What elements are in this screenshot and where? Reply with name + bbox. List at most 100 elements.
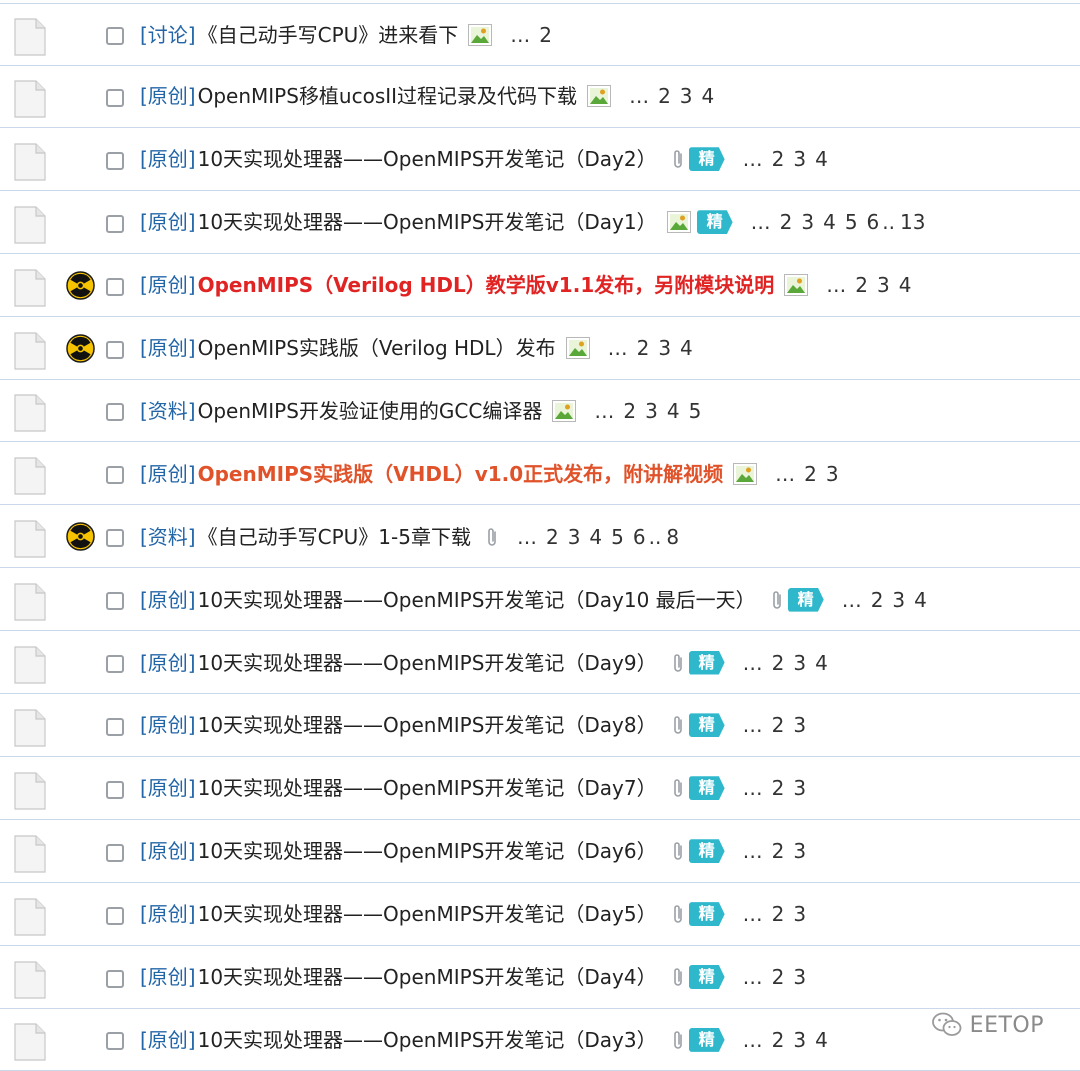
thread-select-checkbox[interactable] <box>106 214 124 233</box>
thread-select-checkbox[interactable] <box>106 969 124 988</box>
page-link[interactable]: 2 <box>772 1028 785 1052</box>
thread-category-tag[interactable]: [原创] <box>140 588 196 612</box>
page-link[interactable]: 4 <box>702 84 715 108</box>
thread-title-link[interactable]: 10天实现处理器——OpenMIPS开发笔记（Day2） <box>198 147 657 171</box>
thread-title-link[interactable]: 10天实现处理器——OpenMIPS开发笔记（Day5） <box>198 902 657 926</box>
page-link[interactable]: 2 <box>539 23 552 47</box>
page-link[interactable]: 4 <box>899 273 912 297</box>
thread-category-tag[interactable]: [原创] <box>140 839 196 863</box>
page-link[interactable]: 2 <box>772 651 785 675</box>
thread-title-link[interactable]: 10天实现处理器——OpenMIPS开发笔记（Day4） <box>198 965 657 989</box>
thread-select-checkbox[interactable] <box>106 88 124 107</box>
page-link[interactable]: 2 <box>772 902 785 926</box>
page-link[interactable]: 4 <box>589 525 602 549</box>
thread-title-link[interactable]: OpenMIPS实践版（Verilog HDL）发布 <box>198 336 556 360</box>
page-link[interactable]: 2 <box>637 336 650 360</box>
thread-title-link[interactable]: 《自己动手写CPU》1-5章下载 <box>198 525 471 549</box>
page-link[interactable]: 4 <box>815 147 828 171</box>
page-link[interactable]: 5 <box>689 399 702 423</box>
thread-title-link[interactable]: 10天实现处理器——OpenMIPS开发笔记（Day10 最后一天） <box>198 588 756 612</box>
thread-select-checkbox[interactable] <box>106 717 124 736</box>
page-link[interactable]: 2 <box>772 147 785 171</box>
page-link[interactable]: 3 <box>793 776 806 800</box>
page-link[interactable]: 3 <box>793 651 806 675</box>
thread-select-checkbox[interactable] <box>106 340 124 359</box>
thread-category-tag[interactable]: [原创] <box>140 965 196 989</box>
thread-select-checkbox[interactable] <box>106 843 124 862</box>
thread-category-tag[interactable]: [原创] <box>140 776 196 800</box>
page-link[interactable]: 5 <box>611 525 624 549</box>
page-link[interactable]: 3 <box>877 273 890 297</box>
thread-category-tag[interactable]: [原创] <box>140 273 196 297</box>
page-link[interactable]: 2 <box>623 399 636 423</box>
page-link[interactable]: 3 <box>658 336 671 360</box>
thread-category-tag[interactable]: [原创] <box>140 147 196 171</box>
page-link[interactable]: 2 <box>780 210 793 234</box>
thread-title-link[interactable]: 10天实现处理器——OpenMIPS开发笔记（Day9） <box>198 651 657 675</box>
thread-category-tag[interactable]: [资料] <box>140 399 196 423</box>
page-link[interactable]: 6 <box>633 525 646 549</box>
thread-category-tag[interactable]: [资料] <box>140 525 196 549</box>
page-link[interactable]: 4 <box>815 1028 828 1052</box>
thread-category-tag[interactable]: [原创] <box>140 1028 196 1052</box>
page-link[interactable]: 3 <box>645 399 658 423</box>
page-link[interactable]: 2 <box>658 84 671 108</box>
page-link[interactable]: 3 <box>826 462 839 486</box>
thread-title-link[interactable]: OpenMIPS移植ucosII过程记录及代码下载 <box>198 84 577 108</box>
page-link[interactable]: 4 <box>914 588 927 612</box>
page-link[interactable]: 6 <box>867 210 880 234</box>
page-link[interactable]: 3 <box>793 713 806 737</box>
page-link[interactable]: 5 <box>845 210 858 234</box>
thread-category-tag[interactable]: [讨论] <box>140 23 196 47</box>
thread-select-checkbox[interactable] <box>106 592 124 611</box>
thread-select-checkbox[interactable] <box>106 655 124 673</box>
page-link-last[interactable]: 8 <box>666 525 679 549</box>
thread-title-link[interactable]: OpenMIPS（Verilog HDL）教学版v1.1发布，另附模块说明 <box>198 273 775 297</box>
page-link[interactable]: 3 <box>680 84 693 108</box>
thread-category-tag[interactable]: [原创] <box>140 902 196 926</box>
page-link[interactable]: 4 <box>667 399 680 423</box>
thread-select-checkbox[interactable] <box>106 466 124 485</box>
thread-category-tag[interactable]: [原创] <box>140 84 196 108</box>
thread-category-tag[interactable]: [原创] <box>140 210 196 234</box>
page-link[interactable]: 3 <box>793 965 806 989</box>
page-link[interactable]: 3 <box>793 147 806 171</box>
thread-title-link[interactable]: 10天实现处理器——OpenMIPS开发笔记（Day1） <box>198 210 657 234</box>
page-link[interactable]: 4 <box>815 651 828 675</box>
page-link[interactable]: 2 <box>772 965 785 989</box>
thread-title-link[interactable]: 10天实现处理器——OpenMIPS开发笔记（Day8） <box>198 713 657 737</box>
page-link[interactable]: 2 <box>772 713 785 737</box>
thread-select-checkbox[interactable] <box>106 780 124 799</box>
thread-title-link[interactable]: OpenMIPS开发验证使用的GCC编译器 <box>198 399 543 423</box>
page-link[interactable]: 2 <box>804 462 817 486</box>
thread-select-checkbox[interactable] <box>106 1032 124 1051</box>
thread-select-checkbox[interactable] <box>106 906 124 925</box>
thread-select-checkbox[interactable] <box>106 27 124 45</box>
page-link[interactable]: 3 <box>793 839 806 863</box>
page-link[interactable]: 3 <box>568 525 581 549</box>
page-link[interactable]: 3 <box>801 210 814 234</box>
page-link[interactable]: 2 <box>772 839 785 863</box>
thread-title-link[interactable]: 10天实现处理器——OpenMIPS开发笔记（Day3） <box>198 1028 657 1052</box>
thread-category-tag[interactable]: [原创] <box>140 713 196 737</box>
page-link[interactable]: 4 <box>680 336 693 360</box>
page-link[interactable]: 2 <box>546 525 559 549</box>
page-link[interactable]: 2 <box>855 273 868 297</box>
thread-title-link[interactable]: 10天实现处理器——OpenMIPS开发笔记（Day6） <box>198 839 657 863</box>
thread-category-tag[interactable]: [原创] <box>140 462 196 486</box>
thread-title-link[interactable]: 10天实现处理器——OpenMIPS开发笔记（Day7） <box>198 776 657 800</box>
thread-select-checkbox[interactable] <box>106 151 124 170</box>
page-link-last[interactable]: 13 <box>900 210 925 234</box>
thread-title-link[interactable]: OpenMIPS实践版（VHDL）v1.0正式发布，附讲解视频 <box>198 462 724 486</box>
thread-select-checkbox[interactable] <box>106 403 124 422</box>
thread-select-checkbox[interactable] <box>106 529 124 548</box>
page-link[interactable]: 2 <box>871 588 884 612</box>
thread-category-tag[interactable]: [原创] <box>140 651 196 675</box>
page-link[interactable]: 2 <box>772 776 785 800</box>
page-link[interactable]: 3 <box>892 588 905 612</box>
thread-category-tag[interactable]: [原创] <box>140 336 196 360</box>
thread-title-link[interactable]: 《自己动手写CPU》进来看下 <box>198 23 459 47</box>
page-link[interactable]: 4 <box>823 210 836 234</box>
page-link[interactable]: 3 <box>793 902 806 926</box>
page-link[interactable]: 3 <box>793 1028 806 1052</box>
